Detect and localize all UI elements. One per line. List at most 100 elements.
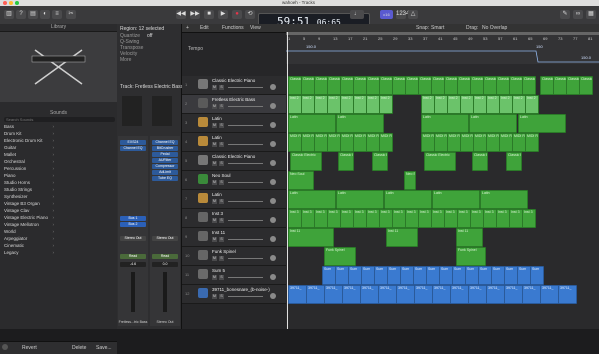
library-category[interactable]: World › xyxy=(4,229,114,235)
region[interactable]: Inst 3 xyxy=(340,209,354,228)
track-volume-slider[interactable] xyxy=(228,239,263,240)
region[interactable]: Classic E xyxy=(353,76,367,95)
region[interactable]: Latin xyxy=(469,114,517,133)
region[interactable]: Inst 3 xyxy=(405,209,419,228)
library-category[interactable]: Drum Kit › xyxy=(4,131,114,137)
region[interactable]: 39711_ xyxy=(504,285,523,304)
region[interactable]: Classic E xyxy=(496,76,510,95)
region[interactable]: Inst 3 xyxy=(314,209,328,228)
eq-thumbnail[interactable] xyxy=(122,96,142,126)
track-volume-slider[interactable] xyxy=(228,220,263,221)
notepad-icon[interactable]: ✎ xyxy=(560,10,570,19)
track-volume-slider[interactable] xyxy=(228,144,263,145)
region[interactable]: Latin xyxy=(288,114,336,133)
region[interactable]: Classic E xyxy=(392,76,406,95)
region[interactable]: Sum xyxy=(322,266,336,285)
region[interactable]: Inst 2 xyxy=(486,95,500,114)
region[interactable]: MIDI Reg xyxy=(340,133,354,152)
track-volume-slider[interactable] xyxy=(228,182,263,183)
region[interactable]: MIDI Reg xyxy=(327,133,341,152)
region[interactable]: Inst 2 xyxy=(314,95,328,114)
record-button[interactable]: ● xyxy=(232,10,242,19)
track-name[interactable]: Sum 5 xyxy=(212,268,225,273)
region[interactable]: Inst 11 xyxy=(288,228,334,247)
volume-slot[interactable]: 0.0 xyxy=(152,262,178,267)
library-category[interactable]: Piano › xyxy=(4,173,114,179)
region[interactable]: 39711_ xyxy=(324,285,343,304)
region[interactable]: Inst 2 xyxy=(366,95,380,114)
library-button[interactable]: ▥ xyxy=(4,10,14,19)
region[interactable]: Sum xyxy=(400,266,414,285)
region[interactable]: Inst 2 xyxy=(327,95,341,114)
region[interactable]: Sum xyxy=(491,266,505,285)
track-header-row[interactable]: 4 Latin M S xyxy=(182,133,286,152)
region[interactable]: 39711_ xyxy=(306,285,325,304)
output-slot[interactable]: Stereo Out xyxy=(152,236,178,241)
track-header-row[interactable]: 12 39711_bonesnare_(b-noise-) M S xyxy=(182,285,286,304)
track-volume-slider[interactable] xyxy=(228,125,263,126)
stop-button[interactable]: ■ xyxy=(204,10,214,19)
library-category[interactable]: Guitar › xyxy=(4,145,114,151)
track-header[interactable]: Track: Fretless Electric Bass xyxy=(120,84,183,90)
plugin-slot[interactable]: AdLimit xyxy=(152,170,178,175)
solo-button[interactable]: S xyxy=(219,237,224,242)
region[interactable]: Inst 2 xyxy=(288,95,302,114)
plugin-slot[interactable]: Channel EQ xyxy=(120,146,146,151)
editors-icon[interactable]: ✂ xyxy=(66,10,76,19)
region[interactable]: Neo Soul xyxy=(288,171,314,190)
library-category[interactable]: Studio Strings › xyxy=(4,187,114,193)
region[interactable]: 39711_ xyxy=(468,285,487,304)
region[interactable]: Inst 2 xyxy=(434,95,448,114)
pan-knob[interactable] xyxy=(270,293,276,299)
track-header-row[interactable]: 11 Sum 5 MS xyxy=(182,266,286,285)
solo-button[interactable]: S xyxy=(219,161,224,166)
zoom-window-button[interactable] xyxy=(15,1,19,5)
region[interactable]: Classic Electric xyxy=(472,152,488,171)
track-header-row[interactable]: 9 Inst 11 M S xyxy=(182,228,286,247)
region[interactable]: MIDI Reg xyxy=(301,133,315,152)
plugin-slot[interactable]: EXS24 xyxy=(120,140,146,145)
pan-knob[interactable] xyxy=(270,84,276,90)
mute-button[interactable]: M xyxy=(212,294,217,299)
region[interactable]: Inst 2 xyxy=(525,95,539,114)
region[interactable]: Inst 3 xyxy=(301,209,315,228)
region[interactable]: Inst 2 xyxy=(447,95,461,114)
track-name[interactable]: Latin xyxy=(212,116,222,121)
region[interactable]: Neo Soul xyxy=(404,171,416,190)
track-name[interactable]: Neo Soul xyxy=(212,173,231,178)
track-name[interactable]: Latin xyxy=(212,192,222,197)
library-category[interactable]: Orchestral › xyxy=(4,159,114,165)
settings-icon[interactable] xyxy=(2,344,8,350)
region[interactable]: 39711_ xyxy=(342,285,361,304)
region[interactable]: 39711_ xyxy=(288,285,307,304)
region[interactable]: MIDI Reg xyxy=(379,133,393,152)
sounds-search-input[interactable]: Search Sounds xyxy=(4,117,115,122)
region[interactable]: Inst 3 xyxy=(457,209,471,228)
region[interactable]: Latin xyxy=(288,190,336,209)
plugin-slot[interactable]: Compressor xyxy=(152,164,178,169)
region[interactable]: MIDI Reg xyxy=(499,133,513,152)
mute-button[interactable]: M xyxy=(212,180,217,185)
close-window-button[interactable] xyxy=(3,1,7,5)
region[interactable]: Classic E xyxy=(540,76,554,95)
region[interactable]: Inst 2 xyxy=(301,95,315,114)
ruler[interactable]: 150.0 150150.01 5 9 13 17 21 25 29 33 37 41 45 49 53 57… xyxy=(286,32,599,64)
toolbar-toggle-icon[interactable]: ▤ xyxy=(28,10,38,19)
library-category[interactable]: Vintage Clav › xyxy=(4,208,114,214)
region[interactable]: Inst 2 xyxy=(340,95,354,114)
region[interactable]: Classic E xyxy=(301,76,315,95)
drag-menu[interactable]: No Overlap xyxy=(482,25,507,31)
eq-thumbnail-2[interactable] xyxy=(152,96,172,126)
pan-knob[interactable] xyxy=(270,255,276,261)
mute-button[interactable]: M xyxy=(212,237,217,242)
region[interactable]: Inst 3 xyxy=(353,209,367,228)
pan-knob[interactable] xyxy=(270,198,276,204)
region[interactable]: Classic Electric xyxy=(506,152,522,171)
save-button[interactable]: Save... xyxy=(96,345,112,351)
region[interactable]: Classic E xyxy=(483,76,497,95)
region[interactable]: Sum xyxy=(387,266,401,285)
region[interactable]: Sum xyxy=(361,266,375,285)
region[interactable]: Inst 3 xyxy=(470,209,484,228)
add-track-button[interactable]: + xyxy=(186,25,189,31)
region[interactable]: 39711_ xyxy=(414,285,433,304)
